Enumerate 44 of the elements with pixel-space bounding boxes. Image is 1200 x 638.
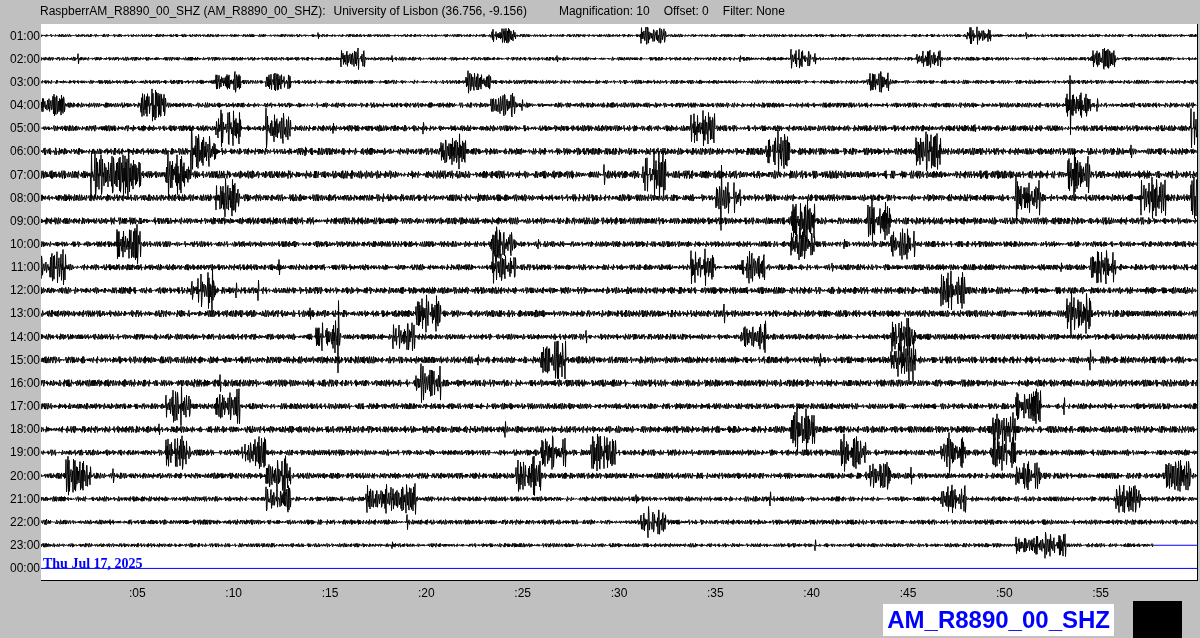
hour-label: 16:00	[9, 374, 40, 392]
minute-tick-label: :20	[418, 585, 435, 602]
location-text: University of Lisbon (36.756, -9.156)	[333, 3, 527, 20]
hour-label: 09:00	[9, 212, 40, 230]
hour-label: 15:00	[9, 351, 40, 369]
minute-tick-label: :40	[803, 585, 820, 602]
hour-label: 11:00	[10, 259, 40, 277]
minute-tick-label: :45	[899, 585, 917, 602]
hour-label: 13:00	[9, 305, 40, 323]
pending-line	[1154, 544, 1197, 546]
hour-label: 03:00	[9, 73, 40, 91]
hour-label: 10:00	[9, 236, 40, 253]
minute-tick-label: :35	[707, 585, 724, 602]
date-label: Thu Jul 17, 2025	[43, 557, 143, 571]
hour-label: 06:00	[9, 143, 40, 161]
hour-label: 02:00	[9, 50, 40, 68]
hour-label: 17:00	[9, 398, 40, 416]
hour-label: 05:00	[9, 120, 40, 138]
hour-label: 12:00	[9, 282, 40, 300]
hour-label: 08:00	[9, 189, 40, 207]
minute-tick-label: :55	[1092, 585, 1109, 602]
hour-label: 18:00	[9, 421, 40, 439]
minute-tick-label: :50	[996, 585, 1013, 602]
hour-label: 23:00	[9, 537, 40, 554]
minute-tick-label: :10	[225, 585, 242, 602]
hour-label: 04:00	[9, 97, 40, 115]
minute-tick-label: :30	[610, 585, 628, 602]
magnification-text: Magnification: 10	[558, 3, 650, 20]
station-title: RaspberrAM_R8890_00_SHZ (AM_R8890_00_SHZ):	[40, 3, 326, 20]
hour-label: 14:00	[9, 328, 40, 346]
status-square	[1133, 601, 1182, 638]
hour-label: 22:00	[9, 513, 40, 531]
hour-label: 19:00	[9, 444, 40, 462]
hour-label: 07:00	[9, 166, 40, 184]
station-label: AM_R8890_00_SHZ	[883, 604, 1114, 636]
offset-text: Offset: 0	[663, 3, 709, 20]
hour-label: 21:00	[9, 490, 40, 508]
hour-label: 00:00	[9, 560, 40, 578]
hour-label: 01:00	[9, 27, 40, 45]
minute-tick-label: :15	[321, 585, 339, 602]
hour-label: 20:00	[9, 467, 40, 485]
minute-tick-label: :05	[129, 585, 146, 602]
filter-text: Filter: None	[722, 3, 785, 20]
minute-tick-label: :25	[514, 585, 531, 602]
